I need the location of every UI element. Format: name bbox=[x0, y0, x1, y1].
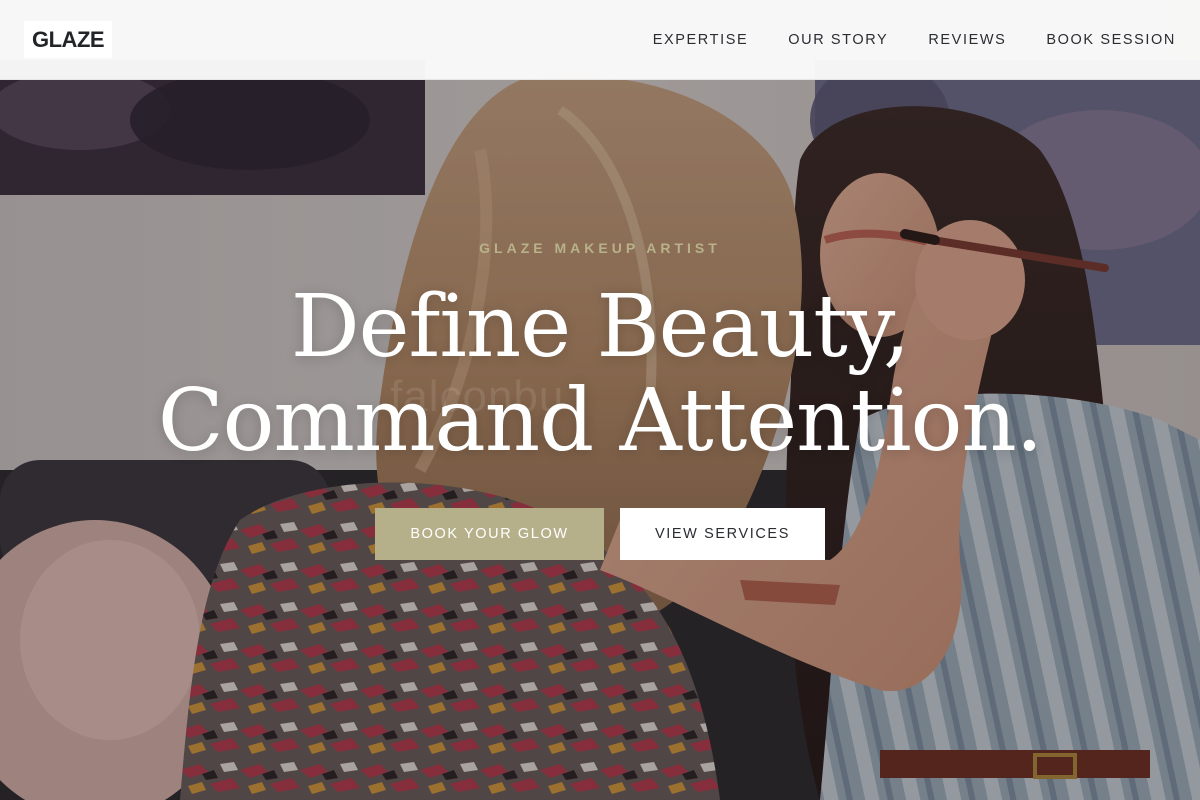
headline-line-1: Define Beauty, bbox=[290, 277, 911, 377]
brand-logo[interactable]: GLAZE bbox=[24, 21, 113, 58]
book-your-glow-button[interactable]: BOOK YOUR GLOW bbox=[375, 508, 604, 560]
headline-line-2: Command Attention. bbox=[157, 371, 1043, 471]
watermark-text: falconbu bbox=[390, 372, 565, 421]
hero-headline: Define Beauty, Command Attention. bbox=[0, 280, 1200, 468]
nav-item-expertise[interactable]: EXPERTISE bbox=[653, 32, 749, 48]
nav-item-our-story[interactable]: OUR STORY bbox=[788, 32, 888, 48]
site-header: GLAZE EXPERTISE OUR STORY REVIEWS BOOK S… bbox=[0, 0, 1200, 80]
view-services-button[interactable]: VIEW SERVICES bbox=[620, 508, 825, 560]
main-nav: EXPERTISE OUR STORY REVIEWS BOOK SESSION bbox=[653, 0, 1176, 80]
hero-eyebrow: GLAZE MAKEUP ARTIST bbox=[479, 240, 721, 256]
nav-item-book-session[interactable]: BOOK SESSION bbox=[1046, 32, 1176, 48]
nav-item-reviews[interactable]: REVIEWS bbox=[928, 32, 1006, 48]
